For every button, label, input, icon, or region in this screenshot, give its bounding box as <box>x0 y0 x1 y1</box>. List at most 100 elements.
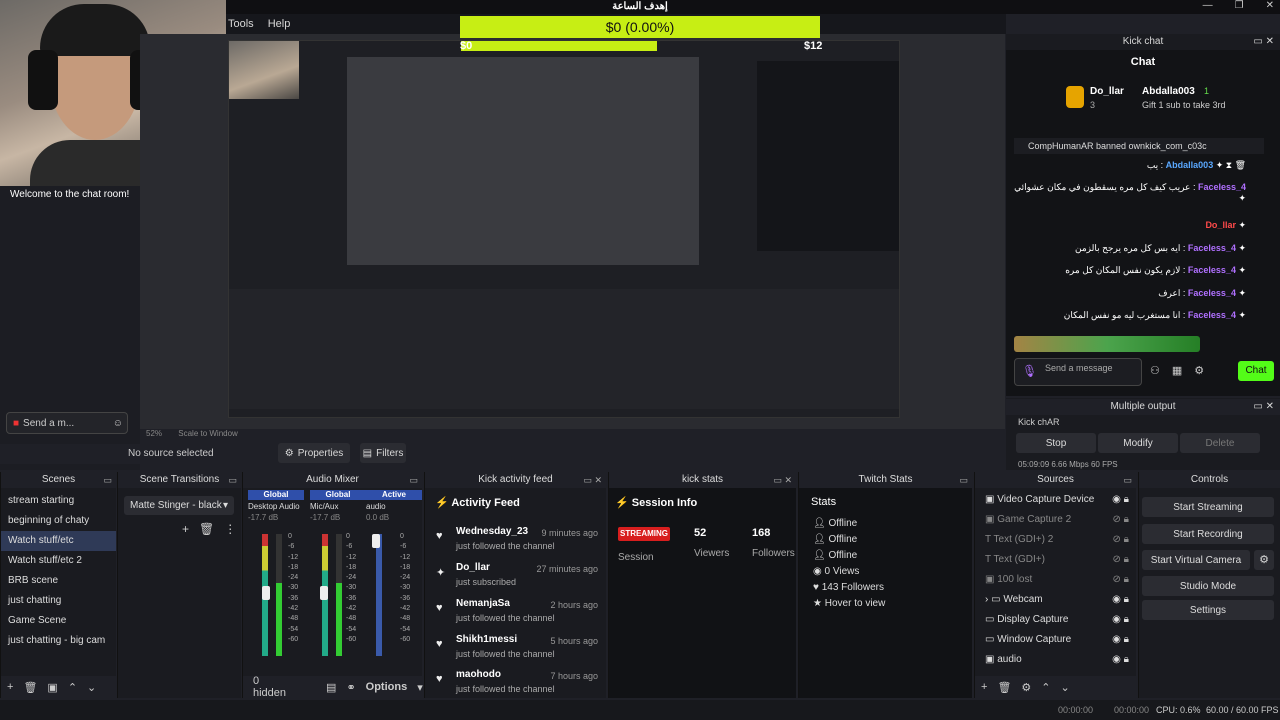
up-icon[interactable]: ⌃ <box>1041 681 1050 694</box>
channel-mode[interactable]: Active <box>366 490 422 500</box>
studio-mode-button[interactable]: Studio Mode <box>1142 576 1274 596</box>
dock-float-icon[interactable]: ▭ <box>228 472 237 488</box>
twitch-stat-item[interactable]: ★ Hover to view <box>813 596 972 612</box>
add-icon[interactable]: + <box>7 681 13 693</box>
source-item[interactable]: › ▭ Webcam ◉ 🔒︎ <box>975 590 1136 610</box>
minimize-icon[interactable]: — <box>1203 0 1213 11</box>
sources-dock: Sources ▭ ▣ Video Capture Device ◉ 🔒︎ ▣ Ga… <box>974 472 1136 698</box>
activity-item[interactable]: ♥ maohodo just followed the channel 7 hours… <box>434 669 598 703</box>
filters-button[interactable]: ▤ Filters <box>360 443 406 463</box>
dock-float-icon[interactable]: ▭ <box>103 472 112 488</box>
pinned-user[interactable]: Abdalla003 <box>1142 86 1195 97</box>
scale-select[interactable]: Scale to Window <box>178 429 238 438</box>
twitch-stat-item: ♥ 143 Followers <box>813 582 884 593</box>
trash-icon[interactable]: 🗑 <box>199 522 214 536</box>
transition-select[interactable]: Matte Stinger - black ▾ <box>124 496 234 515</box>
maximize-icon[interactable]: ❐ <box>1235 0 1244 11</box>
chat-message: ايه بس كل مره يرجح بالزمن : Faceless_4 ✦ <box>1075 243 1246 253</box>
chat-message: لازم يكون نفس المكان كل مره : Faceless_4… <box>1065 265 1246 275</box>
delete-button[interactable]: Delete <box>1180 433 1260 453</box>
add-icon[interactable]: + <box>981 681 987 693</box>
up-icon[interactable]: ⌃ <box>68 681 77 694</box>
dock-float-icon[interactable]: ▭ <box>959 472 968 488</box>
dock-float-icon[interactable]: ▭ <box>409 472 418 488</box>
scene-item[interactable]: Game Scene <box>1 611 116 631</box>
channel-mode[interactable]: Global <box>248 490 304 500</box>
gear-icon[interactable]: ⚙ <box>1021 681 1031 694</box>
source-item[interactable]: ▣ 100 lost ⊘ 🔒︎ <box>975 570 1136 590</box>
db-tick: -18 <box>288 563 299 571</box>
db-tick: -12 <box>400 553 411 561</box>
close-icon[interactable]: ▭ ✕ <box>583 472 602 488</box>
layout-icon[interactable]: ▤ <box>326 681 336 694</box>
volume-slider-handle[interactable] <box>320 586 328 600</box>
close-icon[interactable]: ▭ ✕ <box>773 472 792 488</box>
zoom-level[interactable]: 52% <box>146 429 162 438</box>
db-tick: -42 <box>400 605 411 613</box>
scene-item[interactable]: stream starting <box>1 491 116 511</box>
start-virtual-camera-button[interactable]: Start Virtual Camera <box>1142 550 1250 570</box>
gear-icon[interactable]: ⚙ <box>1254 550 1274 570</box>
channel-mode[interactable]: Global <box>310 490 366 500</box>
options-button[interactable]: Options <box>366 681 408 693</box>
source-item[interactable]: ▭ Display Capture ◉ 🔒︎ <box>975 610 1136 630</box>
db-tick: -24 <box>288 574 299 582</box>
chat-send-button[interactable]: Chat <box>1238 361 1274 381</box>
activity-item[interactable]: ♥ Shikh1messi just followed the channel 5 h… <box>434 634 598 668</box>
close-icon[interactable]: ▭ ✕ <box>1253 399 1274 415</box>
no-source-label: No source selected <box>128 448 214 459</box>
fps-readout: 60.00 / 60.00 FPS <box>1206 705 1279 715</box>
close-icon[interactable]: ✕ <box>1266 0 1274 11</box>
properties-button[interactable]: ⚙ Properties <box>278 443 350 463</box>
store-icon[interactable]: ▦ <box>1172 364 1182 377</box>
users-icon[interactable]: ⚇ <box>1150 364 1160 377</box>
source-item[interactable]: T Text (GDI+) 2 ⊘ 🔒︎ <box>975 530 1136 550</box>
stop-button[interactable]: Stop <box>1016 433 1096 453</box>
channel-name: audio <box>366 502 386 511</box>
menu-help[interactable]: Help <box>268 18 291 30</box>
scene-item[interactable]: just chatting - big cam <box>1 631 116 651</box>
mic-icon[interactable]: 🎙︎ <box>1022 364 1037 378</box>
modify-button[interactable]: Modify <box>1098 433 1178 453</box>
link-icon[interactable]: ⚭ <box>346 681 355 694</box>
obs-window: إهدف الساعة — ❐ ✕ Tools Help $0 $12 $0 (… <box>0 0 1280 720</box>
scene-item[interactable]: Watch stuff/etc <box>1 531 116 551</box>
scene-item[interactable]: BRB scene <box>1 571 116 591</box>
volume-slider-handle[interactable] <box>372 534 380 548</box>
gear-icon[interactable]: ⚙ <box>1194 364 1204 377</box>
menu-tools[interactable]: Tools <box>228 18 254 30</box>
volume-slider-handle[interactable] <box>262 586 270 600</box>
scene-item[interactable]: beginning of chaty <box>1 511 116 531</box>
down-icon[interactable]: ⌄ <box>1061 681 1070 694</box>
source-item[interactable]: ▭ Window Capture ◉ 🔒︎ <box>975 630 1136 650</box>
close-icon[interactable]: ▭ ✕ <box>1253 34 1274 50</box>
more-icon[interactable]: ⋮ <box>224 522 236 536</box>
add-icon[interactable]: + <box>182 522 189 536</box>
config-icon[interactable]: ▣ <box>47 681 57 694</box>
activity-item[interactable]: ♥ NemanjaSa just followed the channel 2 hou… <box>434 598 598 632</box>
start-recording-button[interactable]: Start Recording <box>1142 524 1274 544</box>
start-streaming-button[interactable]: Start Streaming <box>1142 497 1274 517</box>
pinned-user[interactable]: Do_llar <box>1090 86 1124 97</box>
source-item[interactable]: ▣ audio ◉ 🔒︎ <box>975 650 1136 670</box>
emoji-icon[interactable]: ☺ <box>113 418 123 429</box>
source-item[interactable]: ▣ Video Capture Device ◉ 🔒︎ <box>975 490 1136 510</box>
activity-item[interactable]: ✦ Do_llar just subscribed 27 minutes ago <box>434 562 598 596</box>
nested-screen <box>347 57 699 265</box>
dock-float-icon[interactable]: ▭ <box>1123 472 1132 488</box>
trash-icon[interactable]: 🗑 <box>23 681 37 694</box>
scene-item[interactable]: just chatting <box>1 591 116 611</box>
trash-icon[interactable]: 🗑 <box>997 681 1011 694</box>
activity-item[interactable]: ♥ Wednesday_23 just followed the channel 9 … <box>434 526 598 560</box>
source-item[interactable]: ▣ Game Capture 2 ⊘ 🔒︎ <box>975 510 1136 530</box>
down-icon[interactable]: ⌄ <box>87 681 96 694</box>
settings-button[interactable]: Settings <box>1142 600 1274 620</box>
db-tick: -48 <box>400 615 411 623</box>
left-send-input[interactable]: ■ Send a m... ☺ <box>6 412 128 434</box>
transitions-title: Scene Transitions ▭ <box>118 472 241 488</box>
emote-strip[interactable] <box>1014 336 1200 352</box>
source-item[interactable]: T Text (GDI+) ⊘ 🔒︎ <box>975 550 1136 570</box>
scene-item[interactable]: Watch stuff/etc 2 <box>1 551 116 571</box>
stats-heading: Stats <box>811 496 837 508</box>
chevron-down-icon[interactable]: ▾ <box>417 681 423 694</box>
